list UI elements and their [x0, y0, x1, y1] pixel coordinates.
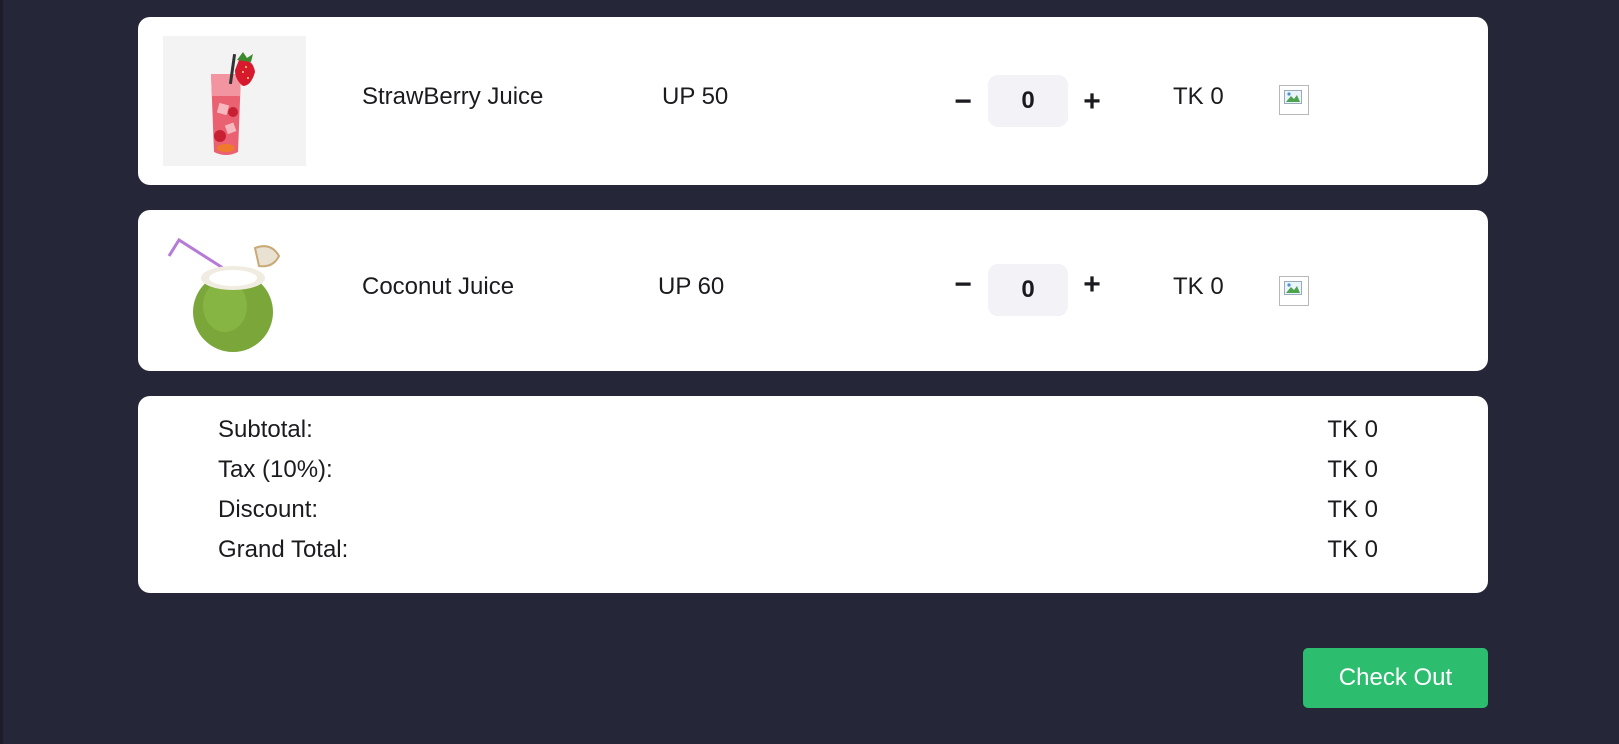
item-line-total: TK 0: [1173, 83, 1224, 110]
grand-total-label: Grand Total:: [218, 536, 349, 563]
increment-quantity-button[interactable]: +: [1077, 87, 1107, 117]
quantity-field[interactable]: 0: [988, 264, 1068, 316]
subtotal-label: Subtotal:: [218, 416, 313, 443]
decrement-quantity-button[interactable]: −: [948, 87, 978, 117]
item-line-total: TK 0: [1173, 273, 1224, 300]
remove-item-icon[interactable]: [1279, 276, 1309, 306]
page-left-border: [0, 0, 3, 744]
order-summary: Subtotal: TK 0 Tax (10%): TK 0 Discount:…: [138, 396, 1488, 593]
increment-quantity-button[interactable]: +: [1077, 270, 1107, 300]
subtotal-value: TK 0: [1327, 416, 1378, 443]
discount-value: TK 0: [1327, 496, 1378, 523]
decrement-quantity-button[interactable]: −: [948, 270, 978, 300]
tax-value: TK 0: [1327, 456, 1378, 483]
coconut-juice-image: [163, 228, 306, 358]
item-unit-price: UP 60: [658, 273, 725, 300]
cart-item-coconut-juice: Coconut Juice UP 60 − 0 + TK 0: [138, 210, 1488, 371]
strawberry-juice-image: [163, 36, 306, 166]
item-name: Coconut Juice: [362, 273, 515, 300]
checkout-button[interactable]: Check Out: [1303, 648, 1488, 708]
discount-label: Discount:: [218, 496, 319, 523]
item-name: StrawBerry Juice: [362, 83, 544, 110]
remove-item-icon[interactable]: [1279, 85, 1309, 115]
item-unit-price: UP 50: [662, 83, 729, 110]
cart-item-strawberry-juice: StrawBerry Juice UP 50 − 0 + TK 0: [138, 17, 1488, 185]
quantity-field[interactable]: 0: [988, 75, 1068, 127]
tax-label: Tax (10%):: [218, 456, 333, 483]
grand-total-value: TK 0: [1327, 536, 1378, 563]
